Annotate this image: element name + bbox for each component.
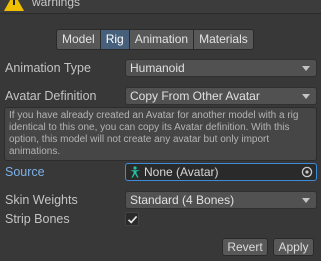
dropdown-arrow-icon (302, 66, 310, 71)
avatar-definition-dropdown[interactable]: Copy From Other Avatar (125, 87, 317, 105)
help-box: If you have already created an Avatar fo… (4, 107, 317, 161)
checkmark-icon (127, 215, 138, 224)
warning-icon (4, 0, 24, 11)
warning-text: warnings (32, 0, 81, 9)
skin-weights-dropdown[interactable]: Standard (4 Bones) (125, 191, 317, 209)
avatar-definition-label: Avatar Definition (5, 89, 97, 103)
animation-type-label: Animation Type (5, 61, 91, 75)
source-value: None (Avatar) (144, 165, 219, 179)
tab-model[interactable]: Model (56, 29, 101, 50)
strip-bones-label: Strip Bones (5, 212, 70, 226)
tab-materials[interactable]: Materials (193, 29, 254, 50)
avatar-icon (130, 166, 140, 178)
strip-bones-checkbox[interactable] (125, 212, 139, 226)
dropdown-arrow-icon (302, 198, 310, 203)
skin-weights-value: Standard (4 Bones) (130, 193, 235, 207)
tab-rig[interactable]: Rig (99, 29, 130, 50)
warning-bar: warnings (0, 0, 321, 14)
skin-weights-label: Skin Weights (5, 193, 78, 207)
apply-button[interactable]: Apply (273, 238, 314, 256)
dropdown-arrow-icon (302, 94, 310, 99)
object-picker-icon[interactable] (301, 166, 313, 178)
tab-animation[interactable]: Animation (128, 29, 195, 50)
revert-button[interactable]: Revert (222, 238, 268, 256)
avatar-definition-value: Copy From Other Avatar (130, 89, 260, 103)
animation-type-value: Humanoid (130, 61, 185, 75)
tab-bar: Model Rig Animation Materials (56, 29, 254, 50)
source-object-field[interactable]: None (Avatar) (125, 163, 317, 181)
source-label: Source (5, 165, 45, 179)
animation-type-dropdown[interactable]: Humanoid (125, 59, 317, 77)
